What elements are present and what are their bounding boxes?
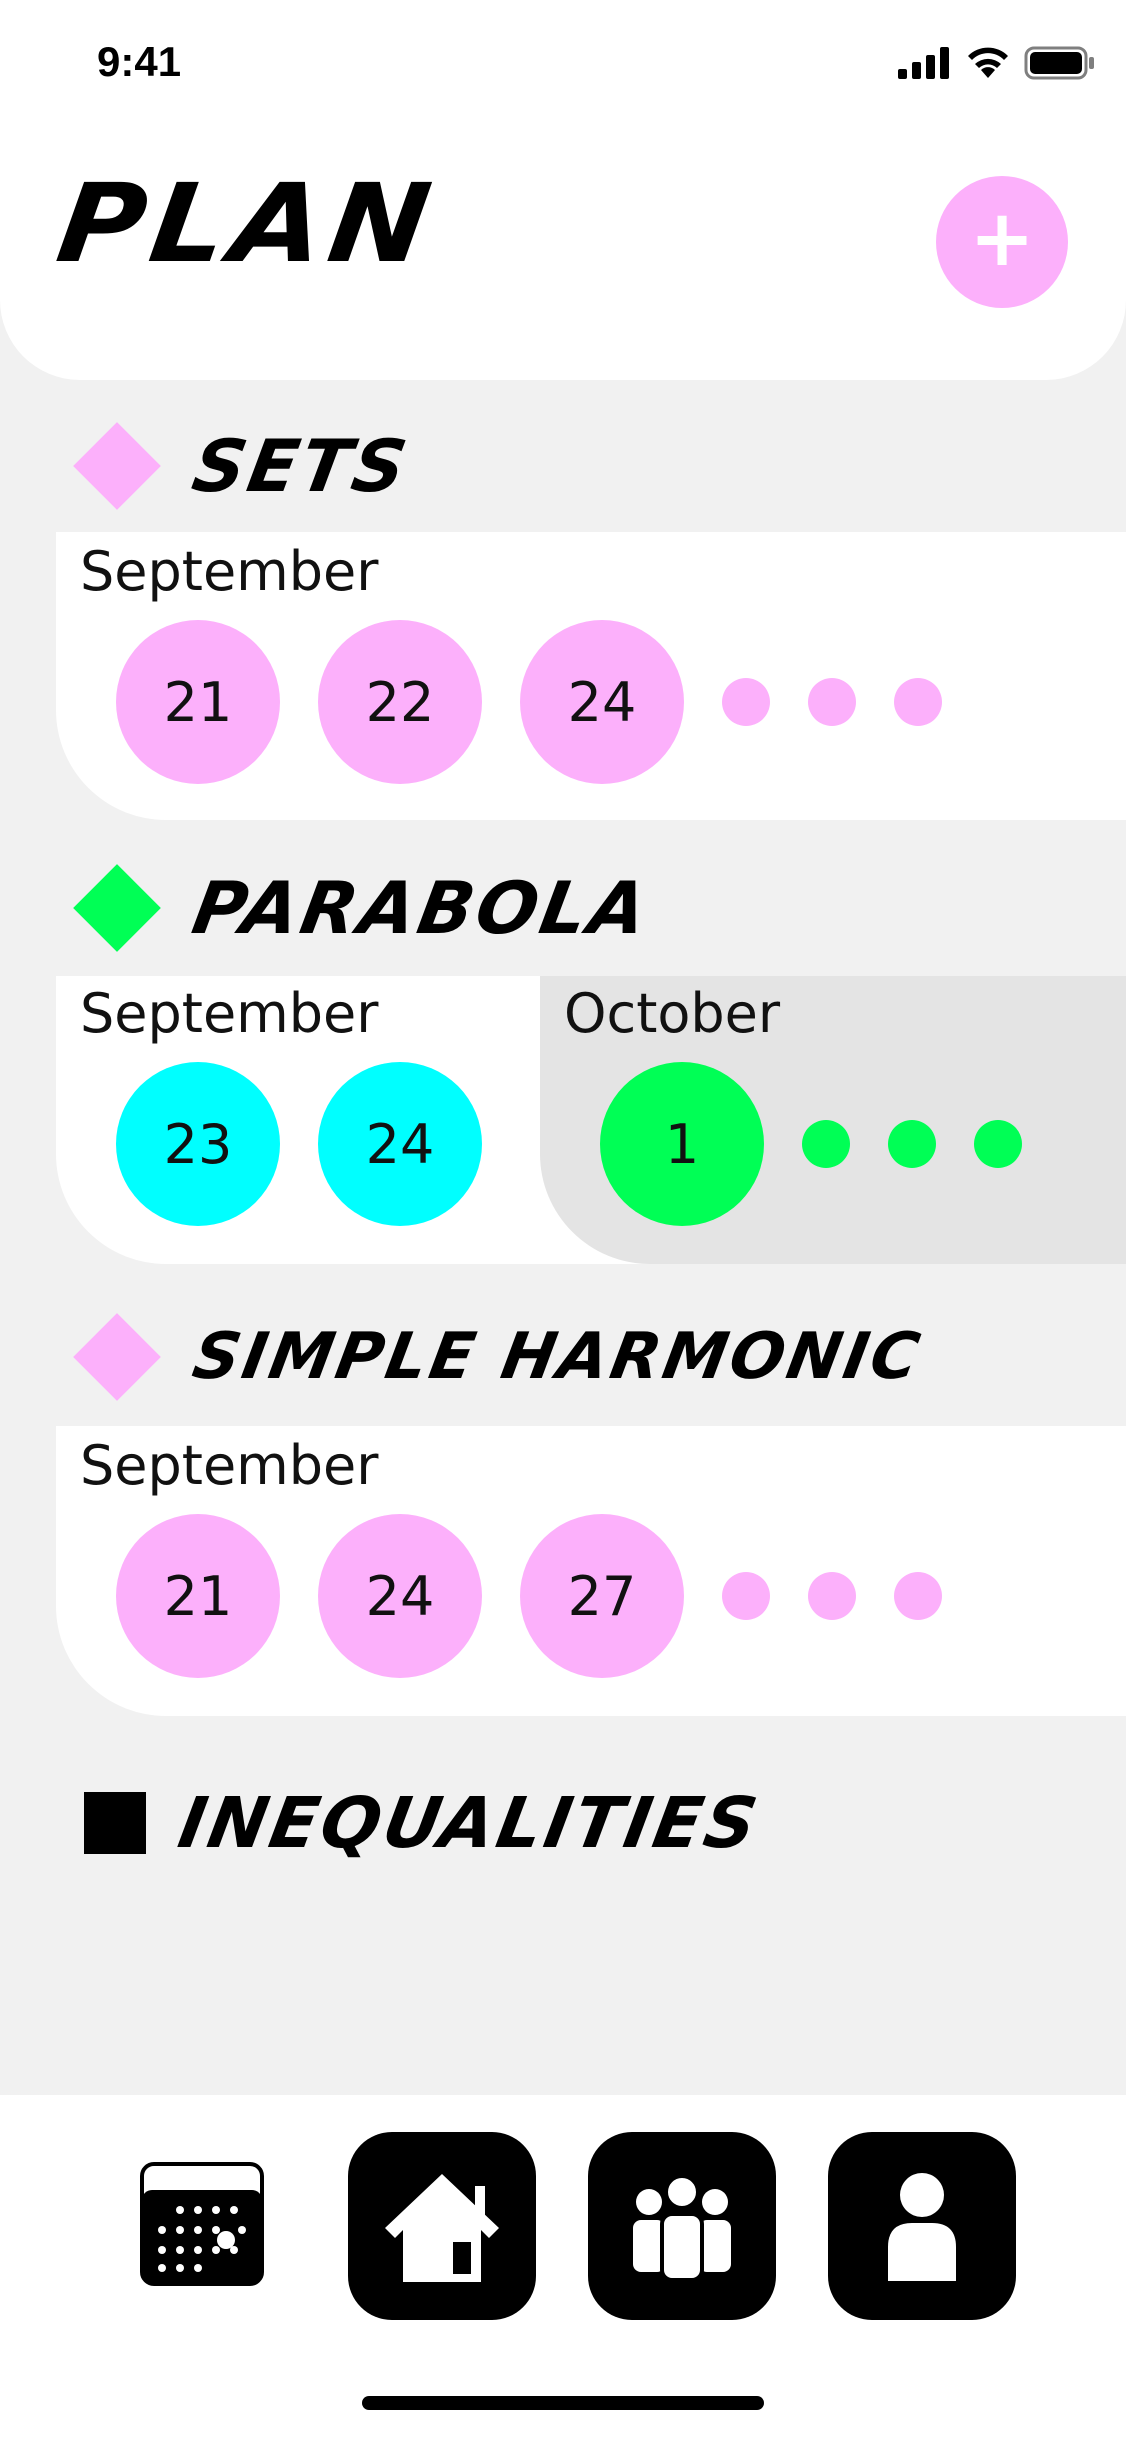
day-circle[interactable]: 1 <box>600 1062 764 1226</box>
diamond-marker-icon <box>73 1313 161 1401</box>
section-title: SETS <box>186 424 416 508</box>
tab-profile[interactable] <box>828 2132 1016 2320</box>
page-title: PLAN <box>50 160 444 287</box>
profile-icon <box>888 2173 956 2281</box>
more-dot[interactable] <box>888 1120 936 1168</box>
day-circle[interactable]: 24 <box>318 1062 482 1226</box>
section-title: SIMPLE HARMONIC <box>187 1320 928 1394</box>
wifi-icon <box>968 47 1008 78</box>
home-icon <box>385 2174 499 2282</box>
section-header-simple-harmonic[interactable]: SIMPLE HARMONIC <box>73 1313 928 1401</box>
more-dot[interactable] <box>802 1120 850 1168</box>
tab-home[interactable] <box>348 2132 536 2320</box>
section-header-parabola[interactable]: PARABOLA <box>73 864 656 952</box>
more-dot[interactable] <box>894 678 942 726</box>
tab-groups[interactable] <box>588 2132 776 2320</box>
day-circle[interactable]: 24 <box>520 620 684 784</box>
month-label: October <box>564 982 781 1045</box>
add-button[interactable]: + <box>936 176 1068 308</box>
schedule-card-sets: September 21 22 24 <box>56 532 1126 820</box>
day-circle[interactable]: 23 <box>116 1062 280 1226</box>
square-marker-icon <box>84 1792 146 1854</box>
more-dot[interactable] <box>722 1572 770 1620</box>
calendar-icon <box>140 2162 264 2286</box>
more-dot[interactable] <box>974 1120 1022 1168</box>
battery-icon <box>1024 46 1094 80</box>
more-dot[interactable] <box>722 678 770 726</box>
day-circle[interactable]: 24 <box>318 1514 482 1678</box>
status-bar: 9:41 <box>0 0 1126 130</box>
more-dot[interactable] <box>808 678 856 726</box>
section-title: PARABOLA <box>186 866 657 950</box>
more-dot[interactable] <box>808 1572 856 1620</box>
section-title: INEQUALITIES <box>172 1782 766 1864</box>
day-circle[interactable]: 21 <box>116 1514 280 1678</box>
schedule-card-parabola-october: October 1 <box>540 976 1126 1264</box>
month-label: September <box>80 1434 379 1497</box>
home-indicator <box>362 2396 764 2410</box>
diamond-marker-icon <box>73 422 161 510</box>
schedule-card-simple-harmonic: September 21 24 27 <box>56 1426 1126 1716</box>
more-dot[interactable] <box>894 1572 942 1620</box>
status-time: 9:41 <box>97 38 182 85</box>
diamond-marker-icon <box>73 864 161 952</box>
status-icons <box>898 45 1096 81</box>
section-header-inequalities[interactable]: INEQUALITIES <box>80 1782 766 1864</box>
section-header-sets[interactable]: SETS <box>73 422 415 510</box>
day-circle[interactable]: 22 <box>318 620 482 784</box>
day-circle[interactable]: 21 <box>116 620 280 784</box>
day-circle[interactable]: 27 <box>520 1514 684 1678</box>
month-label: September <box>80 540 379 603</box>
month-label: September <box>80 982 379 1045</box>
signal-icon <box>898 47 949 79</box>
plus-icon: + <box>969 194 1035 284</box>
tab-calendar[interactable] <box>140 2162 264 2286</box>
group-icon <box>633 2174 731 2282</box>
